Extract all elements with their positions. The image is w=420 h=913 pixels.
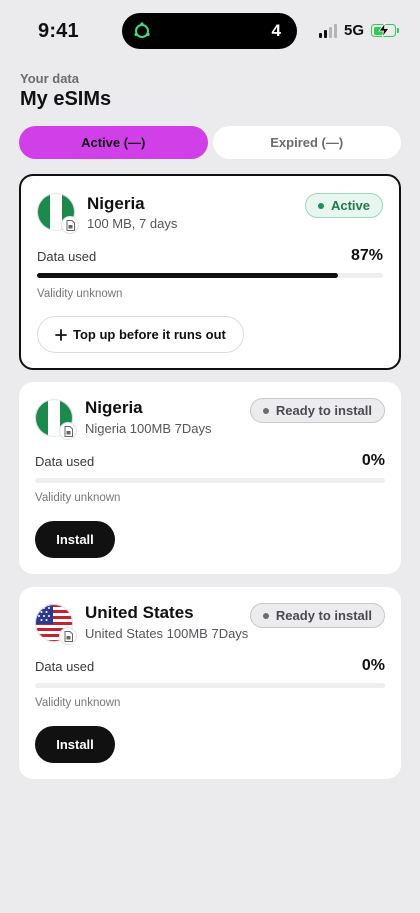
signal-icon: [318, 23, 337, 38]
esim-card[interactable]: Nigeria 100 MB, 7 days Active Data used …: [19, 174, 401, 370]
tab-expired[interactable]: Expired (—): [212, 126, 401, 159]
status-badge-label: Ready to install: [275, 608, 372, 623]
usage-percent: 0%: [361, 657, 385, 674]
status-indicators: 5G: [318, 22, 399, 39]
network-type: 5G: [343, 22, 364, 39]
tab-active[interactable]: Active (—): [19, 126, 208, 159]
status-bar: 9:41 4 5G: [0, 0, 420, 62]
usage-bar: [35, 683, 385, 688]
usage-bar: [37, 273, 383, 278]
validity-text: Validity unknown: [35, 492, 121, 504]
top-up-button[interactable]: Top up before it runs out: [37, 316, 244, 353]
sim-card-icon: [59, 422, 77, 440]
validity-text: Validity unknown: [37, 288, 123, 300]
status-badge: Active: [304, 193, 383, 218]
data-used-label: Data used: [35, 659, 95, 674]
usa-flag-icon: [35, 604, 77, 645]
sim-card-icon: [61, 216, 79, 234]
esim-plan: United States 100MB 7Days: [85, 626, 249, 641]
usage-percent: 0%: [361, 452, 385, 469]
status-badge-label: Active: [330, 198, 370, 213]
esim-card[interactable]: Nigeria Nigeria 100MB 7Days Ready to ins…: [19, 382, 401, 574]
install-button[interactable]: Install: [35, 521, 115, 558]
status-badge: Ready to install: [249, 603, 385, 628]
status-time: 9:41: [38, 20, 79, 42]
battery-charging-icon: [371, 23, 399, 37]
island-count: 4: [271, 21, 281, 40]
tab-bar: Active (—) Expired (—): [19, 126, 401, 159]
esim-country: Nigeria: [87, 194, 145, 213]
usage-bar: [35, 478, 385, 483]
data-used-label: Data used: [35, 454, 95, 469]
top-up-label: Top up before it runs out: [73, 327, 226, 342]
nigeria-flag-icon: [35, 399, 77, 440]
validity-text: Validity unknown: [35, 697, 121, 709]
sim-card-icon: [59, 627, 77, 645]
esim-country: United States: [85, 603, 194, 622]
esim-card[interactable]: United States United States 100MB 7Days …: [19, 587, 401, 779]
esim-plan: Nigeria 100MB 7Days: [85, 421, 212, 436]
island-app-icon: [134, 22, 150, 38]
page-title: My eSIMs: [20, 88, 112, 110]
install-button[interactable]: Install: [35, 726, 115, 763]
status-dot-icon: [262, 612, 269, 619]
nigeria-flag-icon: [37, 193, 79, 234]
data-used-label: Data used: [37, 249, 97, 264]
usage-bar-fill: [37, 273, 339, 278]
plus-icon: [55, 328, 67, 341]
page-subtitle: Your data: [20, 71, 79, 86]
status-dot-icon: [317, 202, 324, 209]
esim-country: Nigeria: [85, 398, 143, 417]
status-badge: Ready to install: [249, 398, 385, 423]
status-badge-label: Ready to install: [275, 403, 372, 418]
usage-percent: 87%: [350, 247, 383, 264]
dynamic-island[interactable]: 4: [122, 13, 297, 49]
status-dot-icon: [262, 407, 269, 414]
esim-plan: 100 MB, 7 days: [87, 216, 178, 231]
